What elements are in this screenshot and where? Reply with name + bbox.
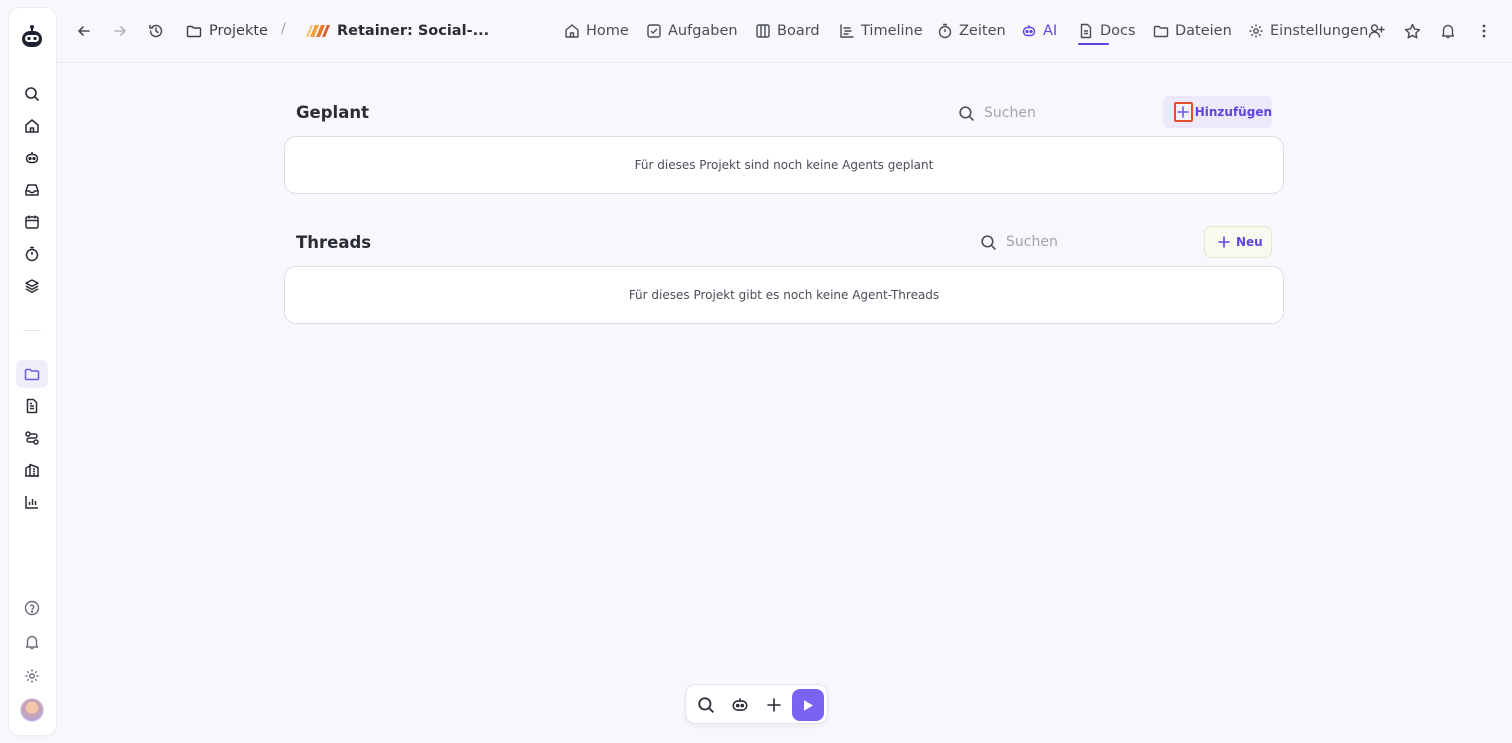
breadcrumb-projects[interactable]: Projekte bbox=[186, 20, 268, 42]
breadcrumb-project-title[interactable]: Retainer: Social-... bbox=[306, 20, 489, 42]
add-member-icon[interactable] bbox=[1364, 19, 1388, 43]
calendar-icon[interactable] bbox=[16, 208, 48, 236]
stopwatch-icon bbox=[938, 23, 952, 39]
plus-icon bbox=[1174, 102, 1193, 122]
left-rail bbox=[9, 8, 56, 735]
planned-empty-text: Für dieses Projekt sind noch keine Agent… bbox=[634, 158, 934, 172]
breadcrumb-separator: / bbox=[281, 21, 286, 37]
threads-search[interactable] bbox=[980, 231, 1156, 253]
project-title: Retainer: Social-... bbox=[337, 23, 490, 39]
bell-icon[interactable] bbox=[16, 628, 48, 656]
play-button[interactable] bbox=[792, 689, 824, 721]
threads-empty-card: Für dieses Projekt gibt es noch keine Ag… bbox=[284, 266, 1284, 324]
tab-home[interactable]: Home bbox=[564, 20, 629, 42]
building-icon[interactable] bbox=[16, 456, 48, 484]
tab-aufgaben[interactable]: Aufgaben bbox=[646, 20, 738, 42]
tab-board[interactable]: Board bbox=[755, 20, 820, 42]
home-icon[interactable] bbox=[16, 112, 48, 140]
tab-home-label: Home bbox=[586, 23, 629, 39]
plus-icon[interactable] bbox=[761, 692, 787, 718]
quick-actions-dock bbox=[685, 684, 828, 724]
play-icon bbox=[804, 699, 813, 711]
inbox-icon[interactable] bbox=[16, 176, 48, 204]
robot-logo-icon[interactable] bbox=[18, 23, 46, 51]
threads-search-input[interactable] bbox=[1006, 234, 1156, 250]
folder-icon bbox=[1153, 25, 1169, 38]
tab-dateien-label: Dateien bbox=[1175, 23, 1232, 39]
tab-docs[interactable]: Docs bbox=[1078, 20, 1136, 42]
bell-icon[interactable] bbox=[1436, 19, 1460, 43]
plus-icon bbox=[1218, 236, 1230, 248]
tab-timeline-label: Timeline bbox=[861, 23, 923, 39]
tab-docs-label: Docs bbox=[1100, 23, 1136, 39]
add-agent-button[interactable]: Hinzufügen bbox=[1163, 96, 1272, 128]
search-icon[interactable] bbox=[693, 692, 719, 718]
folder-icon[interactable] bbox=[16, 360, 48, 388]
top-bar: Projekte / Retainer: Social-... Home Auf… bbox=[56, 0, 1512, 63]
add-agent-button-label: Hinzufügen bbox=[1194, 105, 1272, 119]
new-thread-button-label: Neu bbox=[1236, 235, 1263, 249]
gear-icon bbox=[1249, 24, 1263, 38]
planned-empty-card: Für dieses Projekt sind noch keine Agent… bbox=[284, 136, 1284, 194]
document-icon bbox=[1080, 23, 1092, 39]
project-color-icon bbox=[306, 25, 330, 37]
workflow-icon[interactable] bbox=[16, 424, 48, 452]
more-vertical-icon[interactable] bbox=[1472, 19, 1496, 43]
tab-timeline[interactable]: Timeline bbox=[839, 20, 923, 42]
new-thread-button[interactable]: Neu bbox=[1204, 226, 1272, 258]
planned-search[interactable] bbox=[958, 102, 1134, 124]
section-title-threads: Threads bbox=[296, 233, 372, 252]
columns-icon bbox=[756, 24, 770, 38]
breadcrumb-projects-label: Projekte bbox=[209, 23, 268, 39]
help-icon[interactable] bbox=[16, 594, 48, 622]
forward-arrow-icon[interactable] bbox=[108, 19, 132, 43]
gear-icon[interactable] bbox=[16, 662, 48, 690]
checkbox-icon bbox=[647, 24, 661, 38]
tab-dateien[interactable]: Dateien bbox=[1153, 20, 1232, 42]
rail-divider bbox=[23, 330, 41, 331]
tab-einstellungen-label: Einstellungen bbox=[1270, 23, 1369, 39]
robot-icon[interactable] bbox=[16, 144, 48, 172]
folder-icon bbox=[186, 25, 202, 38]
search-icon bbox=[959, 105, 974, 121]
bar-chart-icon[interactable] bbox=[16, 488, 48, 516]
avatar[interactable] bbox=[20, 698, 44, 722]
document-icon[interactable] bbox=[16, 392, 48, 420]
tab-board-label: Board bbox=[777, 23, 820, 39]
home-icon bbox=[565, 24, 579, 38]
threads-empty-text: Für dieses Projekt gibt es noch keine Ag… bbox=[628, 288, 940, 302]
tab-einstellungen[interactable]: Einstellungen bbox=[1248, 20, 1368, 42]
tab-zeiten[interactable]: Zeiten bbox=[937, 20, 1006, 42]
stopwatch-icon[interactable] bbox=[16, 240, 48, 268]
tab-ai[interactable]: AI bbox=[1021, 20, 1057, 42]
tab-ai-label: AI bbox=[1043, 23, 1058, 39]
robot-icon[interactable] bbox=[727, 692, 753, 718]
star-icon[interactable] bbox=[1400, 19, 1424, 43]
section-title-planned: Geplant bbox=[296, 103, 369, 122]
tab-zeiten-label: Zeiten bbox=[959, 23, 1006, 39]
layers-icon[interactable] bbox=[16, 272, 48, 300]
tab-aufgaben-label: Aufgaben bbox=[668, 23, 738, 39]
search-icon[interactable] bbox=[16, 80, 48, 108]
planned-search-input[interactable] bbox=[984, 105, 1134, 121]
back-arrow-icon[interactable] bbox=[72, 19, 96, 43]
timeline-icon bbox=[840, 24, 854, 38]
active-tab-indicator bbox=[1078, 43, 1109, 45]
robot-icon bbox=[1022, 25, 1036, 37]
search-icon bbox=[981, 234, 996, 250]
history-icon[interactable] bbox=[144, 19, 168, 43]
